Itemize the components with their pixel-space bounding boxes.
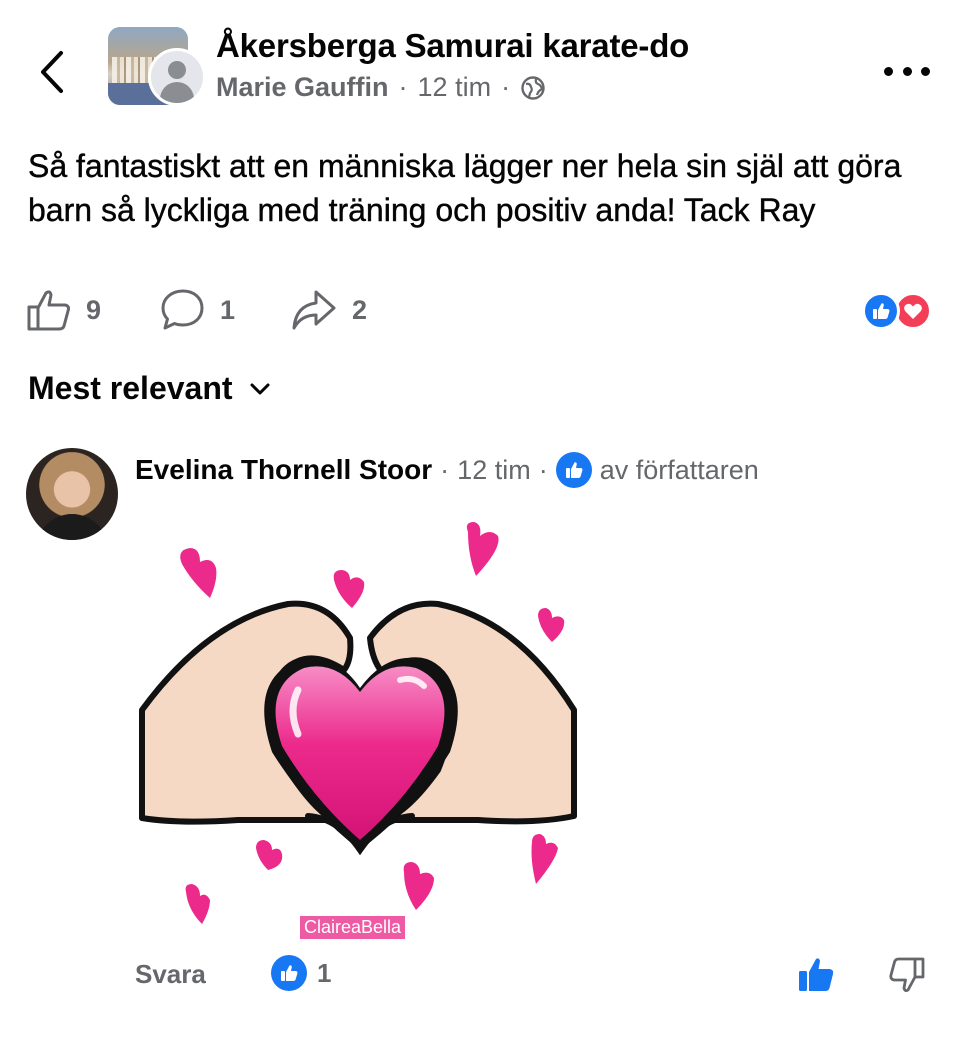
post-header: Åkersberga Samurai karate-do Marie Gauff… <box>0 0 960 130</box>
comment-reactions[interactable]: 1 <box>271 955 331 991</box>
reply-button[interactable]: Svara <box>135 959 206 990</box>
comment-count: 1 <box>220 294 236 325</box>
comment-time: 12 tim <box>457 454 531 485</box>
comment-header: Evelina Thornell Stoor · 12 tim · av för… <box>135 452 759 488</box>
back-button[interactable] <box>30 44 74 100</box>
share-arrow-icon <box>292 290 336 330</box>
thumbs-down-icon <box>889 957 925 993</box>
reaction-summary[interactable] <box>862 292 936 330</box>
upvote-button[interactable] <box>797 955 837 995</box>
like-button[interactable]: 9 <box>26 288 101 332</box>
thumbs-up-filled-icon <box>799 958 834 991</box>
comment-sort-dropdown[interactable]: Mest relevant <box>28 370 271 407</box>
more-options-button[interactable] <box>884 56 930 86</box>
heart-hands-sticker <box>139 522 577 924</box>
share-count: 2 <box>352 294 368 325</box>
post-actions: 9 1 2 <box>26 288 936 332</box>
comment-like-count: 1 <box>317 957 332 988</box>
chevron-left-icon <box>41 51 63 93</box>
comment-actions: Svara 1 <box>135 955 935 995</box>
author-avatar[interactable] <box>148 48 206 106</box>
meta-separator: · <box>398 72 408 102</box>
more-dots-icon <box>884 66 893 76</box>
chevron-down-icon <box>250 383 270 394</box>
commenter-avatar[interactable] <box>26 448 118 540</box>
thumbs-up-icon <box>27 290 71 331</box>
commenter-name[interactable]: Evelina Thornell Stoor <box>135 454 432 486</box>
post-time[interactable]: 12 tim <box>418 72 492 103</box>
sticker-watermark: ClaireaBella <box>300 916 406 939</box>
post-text: Så fantastiskt att en människa lägger ne… <box>28 148 902 228</box>
like-reaction-icon <box>862 292 900 330</box>
like-count: 9 <box>86 294 102 325</box>
author-like-label: av författaren <box>599 454 759 485</box>
meta-separator: · <box>501 72 511 102</box>
comment-button[interactable]: 1 <box>160 288 235 332</box>
meta-separator: · <box>440 454 450 485</box>
globe-icon <box>520 75 546 101</box>
share-button[interactable]: 2 <box>290 288 367 332</box>
like-reaction-icon <box>271 955 307 991</box>
downvote-button[interactable] <box>887 955 927 995</box>
comment-bubble-icon <box>161 289 204 330</box>
group-name[interactable]: Åkersberga Samurai karate-do <box>216 27 689 65</box>
post-meta: Marie Gauffin · 12 tim · <box>216 72 546 103</box>
meta-separator: · <box>538 454 548 485</box>
author-like-icon <box>555 452 592 488</box>
sort-label: Mest relevant <box>28 370 233 406</box>
author-name[interactable]: Marie Gauffin <box>216 72 389 103</box>
